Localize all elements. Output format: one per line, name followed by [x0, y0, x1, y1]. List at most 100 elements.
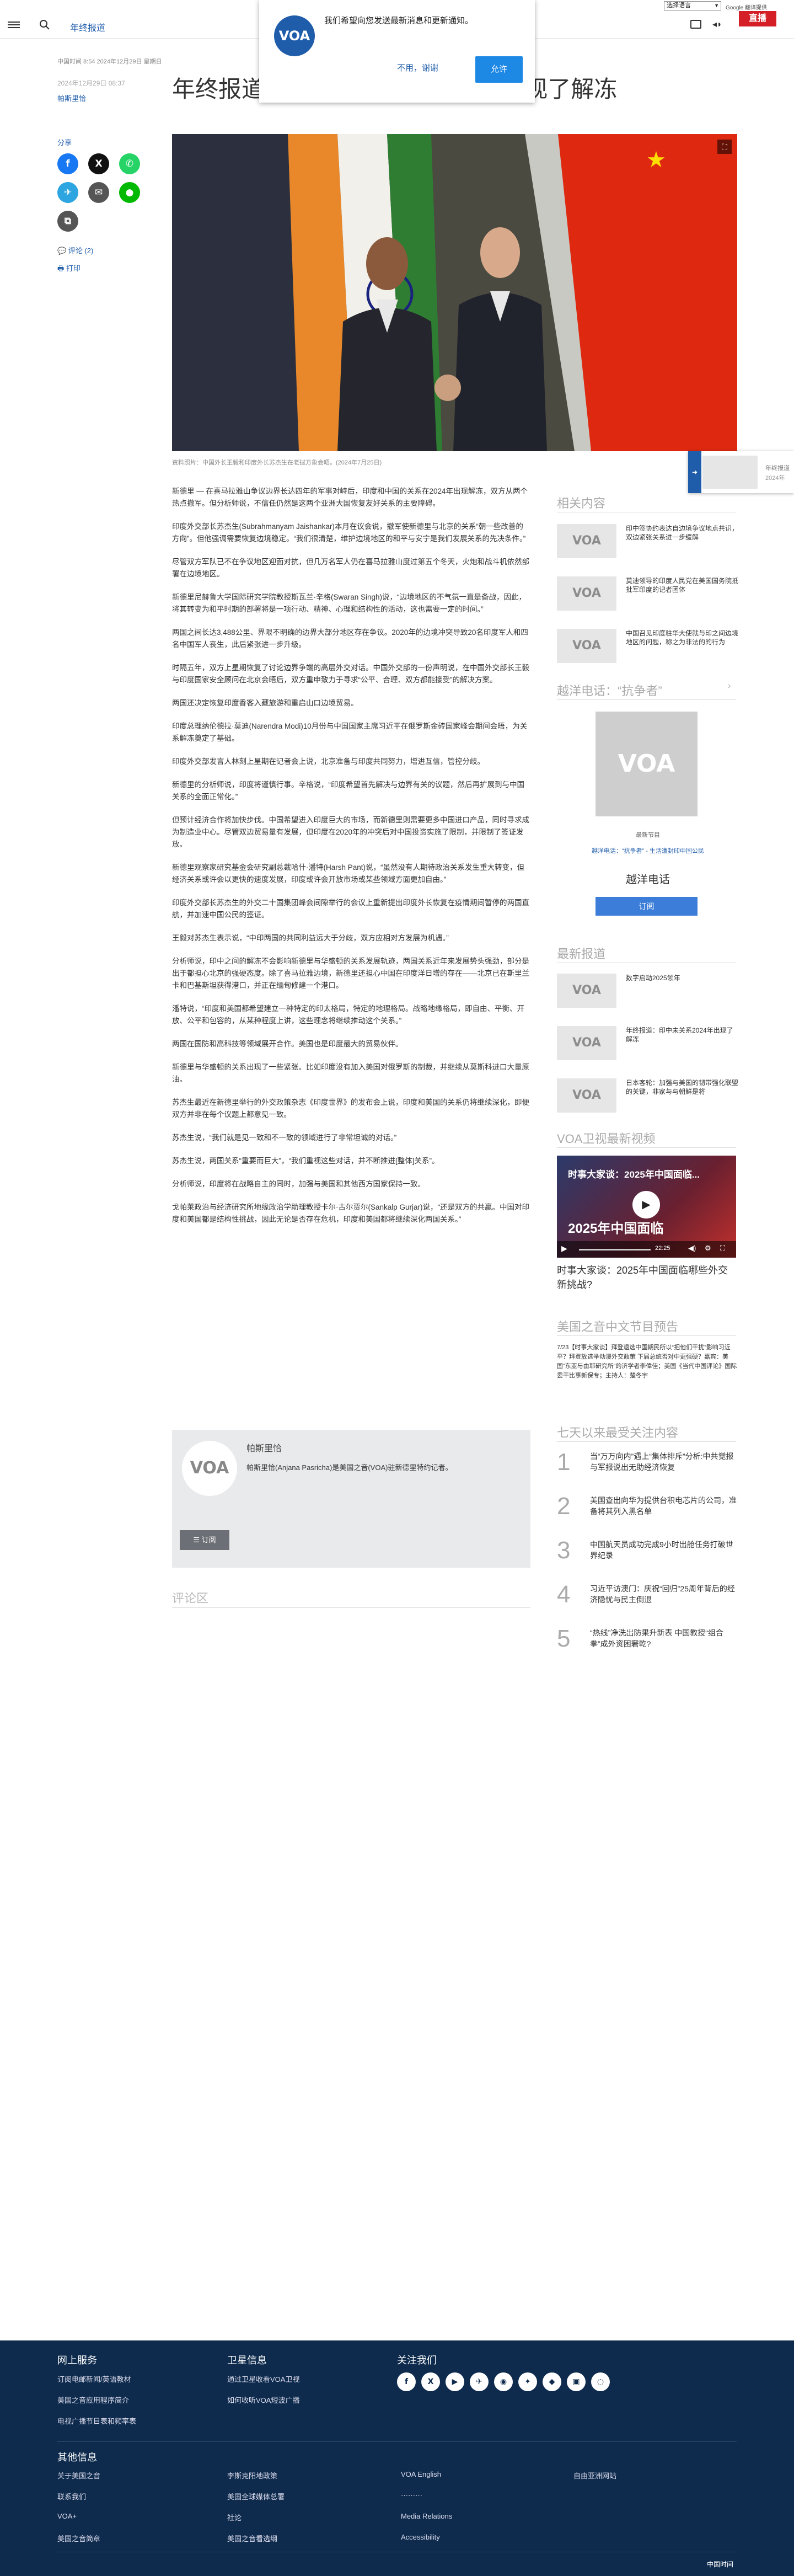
- mini-player-arrow-icon[interactable]: ➜: [688, 451, 701, 493]
- video-caption[interactable]: 时事大家谈：2025年中国面临哪些外交新挑战?: [557, 1263, 736, 1292]
- list-item[interactable]: VOA 日本客轮：加强与美国的韧带强化联盟的关键，非家与与朝鲜是将: [557, 1078, 739, 1121]
- social-icon[interactable]: ✈: [470, 2372, 489, 2391]
- article-paragraph: 新德里 — 在喜马拉雅山争议边界长达四年的军事对峙后，印度和中国的关系在2024…: [172, 487, 528, 507]
- radio-subscribe-button[interactable]: 订阅: [596, 897, 698, 916]
- footer-link[interactable]: 李斯克阳地政策: [227, 2470, 277, 2481]
- list-item-number: 5: [557, 1625, 571, 1652]
- list-item[interactable]: VOA 印中签协约表达自边境争议地点共识，双边紧张关系进一步缓解: [557, 524, 739, 567]
- google-translate-credit[interactable]: Google 翻译提供: [726, 3, 767, 11]
- article-thumbnail: VOA: [557, 1026, 616, 1060]
- footer-other-title: 其他信息: [57, 2452, 97, 2463]
- rss-subscribe-button[interactable]: ☰ 订阅: [180, 1530, 229, 1550]
- list-item[interactable]: 3 中国航天员成功完成9小时出舱任务打破世界纪录: [557, 1537, 739, 1572]
- mini-player-thumb: [702, 456, 758, 489]
- footer-link[interactable]: 社论: [227, 2512, 242, 2522]
- social-icon[interactable]: ◉: [494, 2372, 513, 2391]
- decline-notifications-button[interactable]: 不用，谢谢: [397, 62, 438, 73]
- list-item[interactable]: 5 “热线”净洗出防果升新表 中国教授“组合拳”成外资困窘乾?: [557, 1625, 739, 1660]
- copy-link-icon[interactable]: ⧉: [57, 211, 78, 232]
- social-icon[interactable]: ▶: [446, 2372, 464, 2391]
- list-item-number: 2: [557, 1493, 571, 1520]
- tv-icon[interactable]: [690, 20, 701, 29]
- fullscreen-icon[interactable]: ⛶: [717, 140, 732, 154]
- comments-link[interactable]: 💬 评论 (2): [57, 245, 93, 255]
- radio-title[interactable]: 越洋电话：“抗争者” ›: [557, 681, 731, 699]
- audio-icon[interactable]: ◂◗: [712, 19, 722, 30]
- menu-icon[interactable]: [8, 20, 20, 30]
- telegram-icon[interactable]: ✈: [57, 182, 78, 203]
- divider: [557, 1441, 736, 1442]
- email-icon[interactable]: ✉: [88, 182, 109, 203]
- article-thumbnail: VOA: [557, 629, 616, 663]
- social-icon[interactable]: X: [421, 2372, 440, 2391]
- print-link[interactable]: 🖶 打印: [57, 263, 81, 276]
- hero-illustration: ★: [172, 134, 737, 451]
- author-bio: 帕斯里恰(Anjana Pasricha)是美国之音(VOA)驻新德里特约记者。: [246, 1463, 453, 1472]
- footer-link[interactable]: 如何收听VOA短波广播: [227, 2395, 299, 2405]
- svg-text:★: ★: [646, 147, 666, 173]
- social-icon[interactable]: ✦: [518, 2372, 537, 2391]
- list-item[interactable]: 2 美国查出向华为提供台积电芯片的公司，准备将其列入黑名单: [557, 1493, 739, 1528]
- list-item[interactable]: 4 习近平访澳门：庆祝“回归”25周年背后的经济隐忧与民主倒退: [557, 1581, 739, 1616]
- list-item-number: 4: [557, 1581, 571, 1608]
- social-icon[interactable]: f: [397, 2372, 416, 2391]
- footer-link[interactable]: 订阅电邮新闻/英语教材: [57, 2374, 131, 2384]
- language-select-value: 选择语言: [667, 2, 691, 9]
- live-button[interactable]: 直播: [739, 11, 776, 26]
- line-icon[interactable]: ●: [119, 182, 140, 203]
- fullscreen-icon[interactable]: ⛶: [720, 1244, 725, 1253]
- play-icon[interactable]: ▶: [632, 1191, 660, 1218]
- social-icon[interactable]: ◆: [543, 2372, 561, 2391]
- footer-link[interactable]: 美国之音看选纲: [227, 2533, 277, 2543]
- footer-link[interactable]: Media Relations: [401, 2512, 452, 2520]
- footer-link[interactable]: Accessibility: [401, 2533, 440, 2541]
- footer-link[interactable]: 美国之音简章: [57, 2533, 100, 2543]
- social-icon[interactable]: ◌: [591, 2372, 610, 2391]
- footer-link[interactable]: 电视广播节目表和频率表: [57, 2415, 136, 2426]
- social-icon[interactable]: ▣: [567, 2372, 586, 2391]
- mini-player[interactable]: ➜ 年终报道 2024年: [688, 451, 794, 493]
- search-icon[interactable]: [39, 19, 51, 31]
- article-paragraph: 分析师说，印中之间的解冻不会影响新德里与华盛顿的关系发展轨迹，两国关系近年来发展…: [172, 957, 529, 990]
- footer-link[interactable]: 联系我们: [57, 2491, 86, 2502]
- settings-icon[interactable]: ⚙: [705, 1244, 711, 1253]
- radio-cover[interactable]: VOA: [596, 712, 698, 816]
- footer-link[interactable]: VOA+: [57, 2512, 77, 2520]
- list-item[interactable]: 1 当“万万向内”遇上“集体排斥”分析:中共觉报与军报说出无助经济恢复: [557, 1449, 739, 1484]
- voa-logo: VOA: [274, 15, 315, 56]
- video-progress[interactable]: [579, 1249, 651, 1250]
- section-link[interactable]: 年终报道: [70, 20, 105, 34]
- footer-link[interactable]: 美国之音应用程序简介: [57, 2395, 129, 2405]
- whatsapp-icon[interactable]: ✆: [119, 153, 140, 174]
- video-player[interactable]: 时事大家谈：2025年中国面临... 2025年中国面临 ▶ ▶ 22:25 ◀…: [557, 1156, 736, 1258]
- footer-link[interactable]: ⋯⋯⋯: [401, 2491, 422, 2500]
- allow-notifications-button[interactable]: 允许: [475, 56, 523, 83]
- x-icon[interactable]: X: [88, 153, 109, 174]
- author-link[interactable]: 帕斯里恰: [57, 93, 86, 103]
- article-thumbnail: VOA: [557, 974, 616, 1008]
- radio-title-text: 越洋电话：“抗争者”: [557, 684, 662, 698]
- chevron-right-icon: ›: [728, 681, 731, 691]
- article-paragraph: 分析师说，印度将在战略自主的同时，加强与美国和其他西方国家保持一致。: [172, 1180, 425, 1188]
- video-play-icon[interactable]: ▶: [561, 1244, 567, 1253]
- language-select[interactable]: 选择语言 ▼: [664, 1, 721, 10]
- list-item[interactable]: VOA 数字启动2025领年: [557, 974, 739, 1017]
- footer-follow-title: 关注我们: [397, 2355, 437, 2366]
- radio-episode-link[interactable]: 越洋电话：“抗争者” - 生活遭封印中国公民: [557, 846, 739, 855]
- author-name[interactable]: 帕斯里恰: [246, 1441, 282, 1454]
- volume-icon[interactable]: ◀): [688, 1244, 696, 1253]
- list-item[interactable]: VOA 中国召见印度驻华大使就与印之间边境地区的问题，称之为非法的的行为: [557, 629, 739, 672]
- article-paragraph: 王毅对苏杰生表示说，“中印两国的共同利益远大于分歧，双方应相对方发展为机遇。”: [172, 934, 449, 942]
- schedule-text[interactable]: 7/23【时事大家谈】拜登退选中国期民所以“把他们干扰”影响习近平？拜登放选举动…: [557, 1343, 739, 1381]
- divider: [557, 699, 736, 700]
- print-label: 打印: [66, 264, 81, 272]
- list-item[interactable]: VOA 莫迪领导的印度人民党在美国国务院抵批军印度的记者团体: [557, 576, 739, 619]
- footer-link[interactable]: 通过卫星收看VOA卫视: [227, 2374, 299, 2384]
- footer-link[interactable]: 关于美国之音: [57, 2470, 100, 2481]
- footer-link[interactable]: 自由亚洲网站: [573, 2470, 616, 2481]
- footer-link[interactable]: VOA English: [401, 2470, 441, 2478]
- article-paragraph: 苏杰生最近在新德里举行的外交政策杂志《印度世界》的发布会上说，印度和美国的关系仍…: [172, 1098, 529, 1119]
- list-item[interactable]: VOA 年终报道：印中未关系2024年出现了解冻: [557, 1026, 739, 1069]
- footer-link[interactable]: 美国全球媒体总署: [227, 2491, 285, 2502]
- facebook-icon[interactable]: f: [57, 153, 78, 174]
